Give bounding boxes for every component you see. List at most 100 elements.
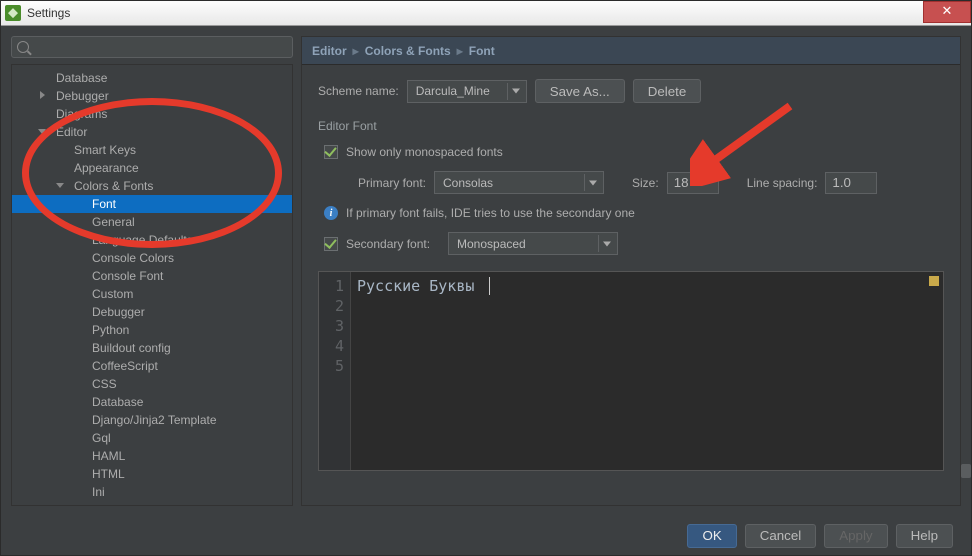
primary-font-label: Primary font:: [348, 176, 426, 190]
tree-item-label: Buildout config: [92, 341, 171, 355]
apply-button[interactable]: Apply: [824, 524, 887, 548]
tree-item[interactable]: CoffeeScript: [12, 357, 292, 375]
tree-item[interactable]: Smart Keys: [12, 141, 292, 159]
tree-item-label: Editor: [56, 125, 87, 139]
tree-item-label: General: [92, 215, 135, 229]
tree-item-label: Database: [92, 395, 143, 409]
secondary-font-dropdown[interactable]: Monospaced: [448, 232, 618, 255]
line-spacing-label: Line spacing:: [747, 176, 818, 190]
tree-item-label: CSS: [92, 377, 117, 391]
preview-line-1: Русские Буквы: [357, 277, 474, 295]
ok-button[interactable]: OK: [687, 524, 736, 548]
scheme-name-dropdown[interactable]: Darcula_Mine: [407, 80, 527, 103]
app-icon: [5, 5, 21, 21]
chevron-right-icon: ▸: [353, 44, 359, 58]
search-input[interactable]: [11, 36, 293, 58]
size-input[interactable]: [667, 172, 719, 194]
tree-item[interactable]: CSS: [12, 375, 292, 393]
tree-item[interactable]: Colors & Fonts: [12, 177, 292, 195]
tree-item-label: Ini: [92, 485, 105, 499]
breadcrumb-colors-fonts[interactable]: Colors & Fonts: [365, 44, 451, 58]
secondary-font-info: If primary font fails, IDE tries to use …: [346, 206, 635, 220]
tree-item[interactable]: HAML: [12, 447, 292, 465]
delete-button[interactable]: Delete: [633, 79, 702, 103]
scheme-name-label: Scheme name:: [318, 84, 399, 98]
tree-item[interactable]: Diagrams: [12, 105, 292, 123]
tree-item-label: Gql: [92, 431, 111, 445]
editor-font-title: Editor Font: [318, 119, 944, 133]
cancel-button[interactable]: Cancel: [745, 524, 817, 548]
primary-font-value: Consolas: [443, 176, 493, 190]
tree-item-label: Diagrams: [56, 107, 107, 121]
line-spacing-input[interactable]: [825, 172, 877, 194]
tree-item-label: Smart Keys: [74, 143, 136, 157]
breadcrumb-font[interactable]: Font: [469, 44, 495, 58]
search-icon: [17, 41, 29, 53]
window-title: Settings: [27, 6, 70, 20]
size-label: Size:: [632, 176, 659, 190]
chevron-down-icon: [38, 129, 46, 134]
tree-item[interactable]: Font: [12, 195, 292, 213]
chevron-right-icon: ▸: [457, 44, 463, 58]
titlebar: Settings ✕: [1, 1, 971, 26]
chevron-down-icon: [603, 241, 611, 246]
secondary-font-checkbox[interactable]: [324, 237, 338, 251]
tree-item-label: CoffeeScript: [92, 359, 158, 373]
text-caret: [489, 277, 490, 295]
tree-item-label: Console Font: [92, 269, 163, 283]
dialog-footer: OK Cancel Apply Help: [1, 516, 971, 555]
code-area[interactable]: Русские Буквы: [351, 272, 943, 470]
tree-item[interactable]: Language Defaults: [12, 231, 292, 249]
tree-item[interactable]: Editor: [12, 123, 292, 141]
show-monospaced-label: Show only monospaced fonts: [346, 145, 503, 159]
save-as-button[interactable]: Save As...: [535, 79, 625, 103]
info-icon: i: [324, 206, 338, 220]
secondary-font-label: Secondary font:: [346, 237, 440, 251]
tree-scrollbar[interactable]: [961, 464, 971, 478]
tree-item-label: Debugger: [92, 305, 145, 319]
tree-item-label: Django/Jinja2 Template: [92, 413, 217, 427]
bookmark-icon: [929, 276, 939, 286]
tree-item[interactable]: Gql: [12, 429, 292, 447]
tree-item[interactable]: Database: [12, 393, 292, 411]
tree-item-label: Python: [92, 323, 129, 337]
tree-item-label: Colors & Fonts: [74, 179, 153, 193]
primary-font-dropdown[interactable]: Consolas: [434, 171, 604, 194]
scheme-name-value: Darcula_Mine: [416, 84, 490, 98]
chevron-down-icon: [589, 180, 597, 185]
font-preview-editor[interactable]: 12345 Русские Буквы: [318, 271, 944, 471]
tree-item[interactable]: Appearance: [12, 159, 292, 177]
tree-item-label: Appearance: [74, 161, 139, 175]
chevron-down-icon: [56, 183, 64, 188]
tree-item-label: HTML: [92, 467, 125, 481]
tree-item[interactable]: Custom: [12, 285, 292, 303]
breadcrumb: Editor ▸ Colors & Fonts ▸ Font: [302, 37, 960, 65]
tree-item-label: Language Defaults: [92, 233, 193, 247]
gutter: 12345: [319, 272, 351, 470]
tree-item-label: Custom: [92, 287, 133, 301]
tree-item[interactable]: Buildout config: [12, 339, 292, 357]
show-monospaced-checkbox[interactable]: [324, 145, 338, 159]
tree-item[interactable]: Ini: [12, 483, 292, 501]
close-button[interactable]: ✕: [923, 1, 971, 23]
tree-item-label: Database: [56, 71, 107, 85]
search-wrap: [11, 36, 293, 58]
chevron-down-icon: [512, 89, 520, 94]
secondary-font-value: Monospaced: [457, 237, 526, 251]
tree-item[interactable]: General: [12, 213, 292, 231]
tree-item[interactable]: Console Colors: [12, 249, 292, 267]
tree-item-label: HAML: [92, 449, 125, 463]
help-button[interactable]: Help: [896, 524, 953, 548]
breadcrumb-editor[interactable]: Editor: [312, 44, 347, 58]
tree-item[interactable]: Debugger: [12, 87, 292, 105]
tree-item-label: Debugger: [56, 89, 109, 103]
tree-item[interactable]: Database: [12, 69, 292, 87]
tree-item[interactable]: HTML: [12, 465, 292, 483]
settings-tree[interactable]: Database Debugger Diagrams Editor Smart Keys…: [11, 64, 293, 506]
tree-item-label: Font: [92, 197, 116, 211]
tree-item[interactable]: Console Font: [12, 267, 292, 285]
tree-item[interactable]: Debugger: [12, 303, 292, 321]
tree-item[interactable]: Django/Jinja2 Template: [12, 411, 292, 429]
tree-item[interactable]: Python: [12, 321, 292, 339]
tree-item-label: Console Colors: [92, 251, 174, 265]
